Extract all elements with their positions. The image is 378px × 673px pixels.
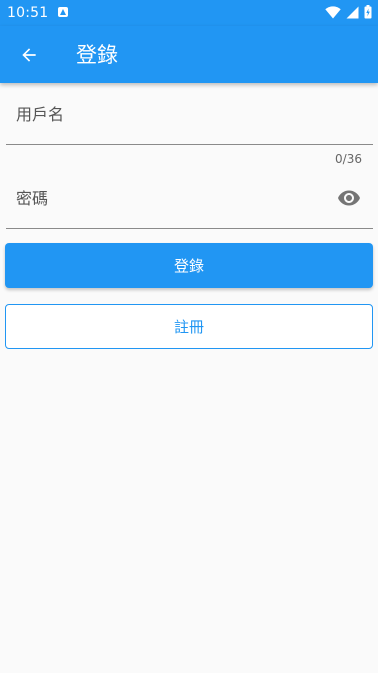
signal-icon — [346, 6, 359, 19]
battery-icon — [364, 5, 372, 19]
login-screen: 10:51 登錄 用戶名 0/36 登錄 註冊 — [0, 0, 378, 673]
login-button-label: 登錄 — [173, 257, 204, 275]
arrow-left-icon — [22, 48, 36, 62]
register-button[interactable]: 註冊 — [5, 304, 373, 349]
app-bar: 登錄 — [0, 26, 378, 83]
password-visibility-toggle[interactable] — [335, 185, 363, 211]
password-field — [6, 168, 373, 229]
password-input[interactable] — [6, 168, 373, 228]
register-button-label: 註冊 — [173, 318, 204, 336]
eye-icon — [338, 190, 360, 206]
username-input[interactable] — [6, 84, 373, 144]
login-button[interactable]: 登錄 — [5, 243, 373, 288]
back-button[interactable] — [14, 40, 44, 70]
page-title: 登錄 — [76, 43, 118, 67]
username-field — [6, 84, 373, 145]
wifi-icon — [325, 5, 341, 19]
username-char-counter: 0/36 — [335, 152, 362, 166]
status-time: 10:51 — [7, 5, 49, 21]
username-underline — [6, 144, 373, 145]
status-bar: 10:51 — [0, 0, 378, 26]
notification-a-icon — [58, 7, 68, 17]
password-underline — [6, 228, 373, 229]
status-icons — [325, 5, 372, 19]
